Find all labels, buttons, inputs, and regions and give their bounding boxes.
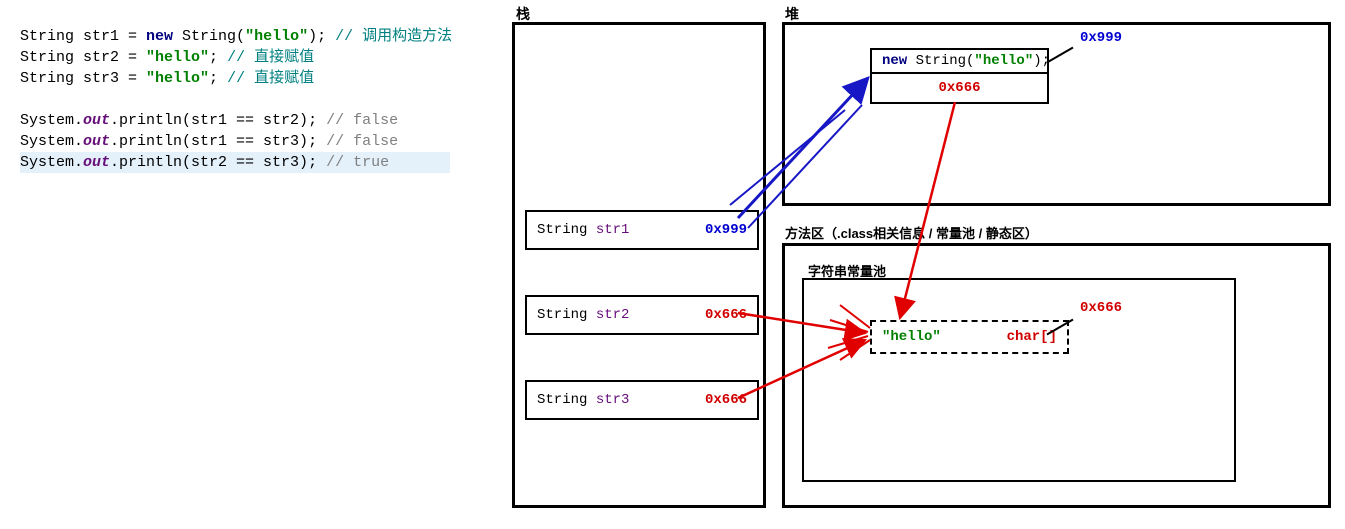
stack-row-str3-text: String str3 — [537, 392, 629, 408]
string-pool-region — [802, 278, 1236, 482]
code-line-4: System.out.println(str1 == str2); // fal… — [20, 112, 398, 129]
code-line-1: String str1 = new String("hello"); // 调用… — [20, 28, 452, 45]
label-heap: 堆 — [785, 4, 799, 24]
code-block: String str1 = new String("hello"); // 调用… — [20, 5, 452, 194]
stack-region — [512, 22, 766, 508]
label-method-area: 方法区（.class相关信息 / 常量池 / 静态区） — [785, 223, 1038, 242]
stack-row-str1-addr: 0x999 — [705, 222, 747, 238]
pool-entry-value: "hello" — [882, 329, 941, 345]
stack-row-str2-text: String str2 — [537, 307, 629, 323]
code-line-5: System.out.println(str1 == str3); // fal… — [20, 133, 398, 150]
page: String str1 = new String("hello"); // 调用… — [0, 0, 1345, 529]
heap-object: new String("hello"); 0x666 — [870, 48, 1049, 104]
heap-object-field: 0x666 — [872, 74, 1047, 102]
pool-entry-addr: 0x666 — [1080, 300, 1122, 316]
stack-row-str1: String str1 0x999 — [525, 210, 759, 250]
stack-row-str2: String str2 0x666 — [525, 295, 759, 335]
heap-object-header: new String("hello"); — [872, 50, 1047, 74]
stack-row-str3: String str3 0x666 — [525, 380, 759, 420]
stack-row-str2-addr: 0x666 — [705, 307, 747, 323]
label-string-pool: 字符串常量池 — [808, 261, 886, 280]
pool-entry: "hello" char[] — [870, 320, 1069, 354]
code-line-2: String str2 = "hello"; // 直接赋值 — [20, 49, 314, 66]
heap-region — [782, 22, 1331, 206]
label-stack: 栈 — [516, 4, 530, 24]
code-line-6: System.out.println(str2 == str3); // tru… — [20, 152, 450, 173]
code-line-3: String str3 = "hello"; // 直接赋值 — [20, 70, 314, 87]
stack-row-str1-text: String str1 — [537, 222, 629, 238]
stack-row-str3-addr: 0x666 — [705, 392, 747, 408]
heap-object-addr: 0x999 — [1080, 30, 1122, 46]
